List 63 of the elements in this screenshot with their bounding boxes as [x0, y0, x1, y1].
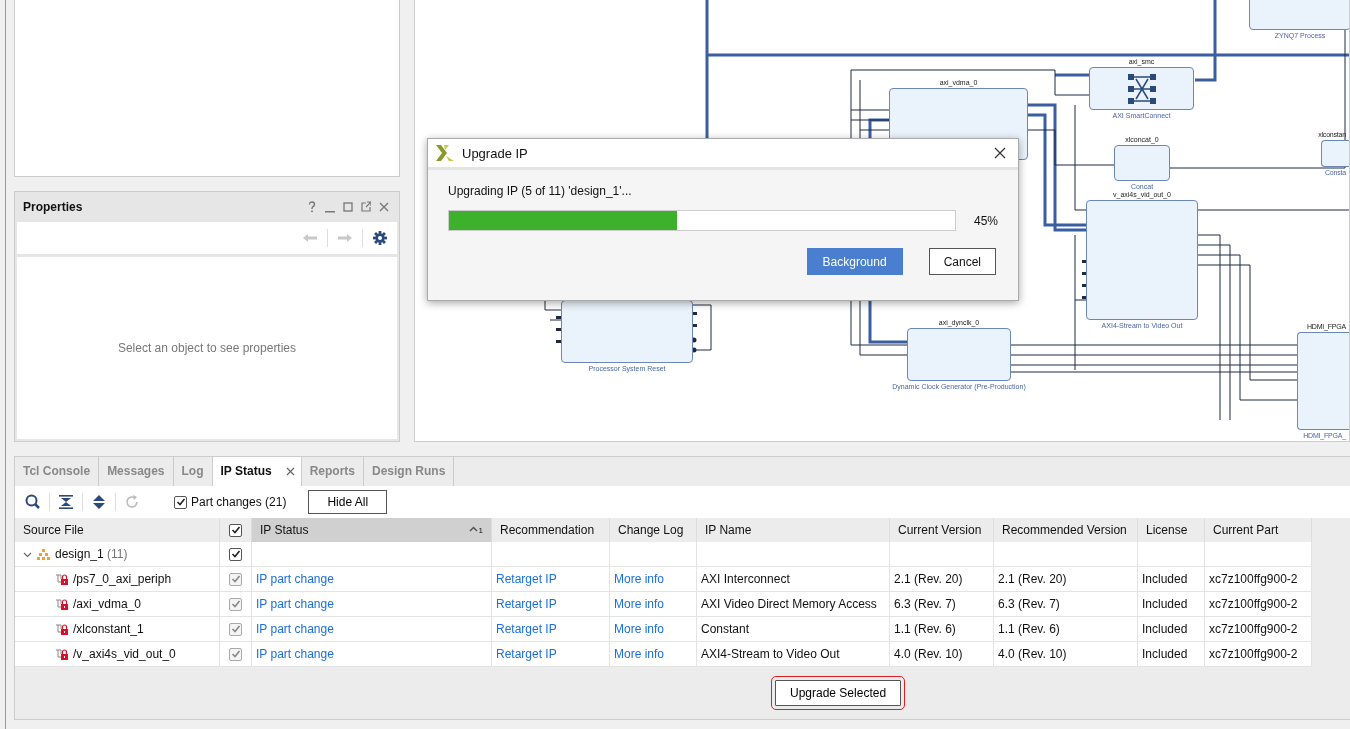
column-header[interactable]: Current Part: [1205, 518, 1312, 542]
dialog-button[interactable]: Cancel: [928, 248, 996, 275]
table-cell: AXI Interconnect: [701, 572, 790, 586]
maximize-icon[interactable]: [343, 201, 353, 213]
dialog-button[interactable]: Background: [806, 248, 903, 275]
hierarchy-icon: [37, 548, 50, 560]
table-cell: xc7z100ffg900-2: [1209, 647, 1298, 661]
table-cell: 2.1 (Rev. 20): [998, 572, 1067, 586]
table-cell: Included: [1142, 597, 1188, 611]
settings-icon[interactable]: [373, 231, 387, 245]
table-cell: 2.1 (Rev. 20): [894, 572, 963, 586]
hide-all-button[interactable]: Hide All: [308, 490, 388, 514]
table-cell: Included: [1142, 622, 1188, 636]
empty-message: Select an object to see properties: [117, 341, 297, 355]
locked-ip-icon: [55, 572, 68, 586]
table-cell: 1.1 (Rev. 6): [894, 622, 956, 636]
locked-ip-icon: [55, 622, 68, 636]
help-icon[interactable]: [307, 201, 317, 213]
table-cell: xc7z100ffg900-2: [1209, 597, 1298, 611]
column-header[interactable]: License: [1138, 518, 1205, 542]
table-cell: AXI4-Stream to Video Out: [701, 647, 840, 661]
table-cell: xc7z100ffg900-2: [1209, 572, 1298, 586]
table-cell: 6.3 (Rev. 7): [894, 597, 956, 611]
column-header[interactable]: IP Name: [697, 518, 890, 542]
checkbox[interactable]: [229, 523, 242, 537]
expand-all-icon[interactable]: [91, 494, 107, 510]
progress-message: Upgrading IP (5 of 11) 'design_1'...: [448, 184, 633, 198]
close-icon[interactable]: [994, 147, 1006, 159]
locked-ip-icon: [55, 597, 68, 611]
float-window-icon[interactable]: [361, 201, 371, 213]
group-name: design_1 (11): [55, 547, 128, 561]
column-header[interactable]: Recommended Version: [994, 518, 1138, 542]
dialog-title: Upgrade IP: [462, 145, 529, 161]
locked-ip-icon: [55, 647, 68, 661]
progress-percent: 45%: [973, 213, 998, 228]
table-cell: 4.0 (Rev. 10): [894, 647, 963, 661]
table-cell: 1.1 (Rev. 6): [998, 622, 1060, 636]
table-cell: Included: [1142, 647, 1188, 661]
collapse-all-icon[interactable]: [58, 494, 74, 510]
column-header[interactable]: IP Status 1: [252, 518, 492, 542]
column-header[interactable]: Current Version: [890, 518, 994, 542]
tab[interactable]: IP Status: [212, 457, 280, 486]
crossbar-icon: [1127, 73, 1156, 104]
column-header[interactable]: Source File: [15, 518, 220, 542]
refresh-icon[interactable]: [124, 494, 140, 510]
table-cell: AXI Video Direct Memory Access: [701, 597, 877, 611]
ip-block[interactable]: [1089, 67, 1194, 110]
panel-title: Properties: [23, 200, 83, 214]
table-cell: Included: [1142, 572, 1188, 586]
checkbox[interactable]: [229, 547, 242, 561]
table-cell: 4.0 (Rev. 10): [998, 647, 1067, 661]
search-icon[interactable]: [25, 494, 41, 510]
sort-rank: 1: [478, 525, 483, 535]
filter-label: Part changes (21): [191, 495, 287, 509]
table-cell: 6.3 (Rev. 7): [998, 597, 1060, 611]
checkbox[interactable]: [174, 495, 187, 509]
table-cell: Constant: [701, 622, 750, 636]
app-logo-icon: [436, 145, 454, 161]
column-header[interactable]: Change Log: [610, 518, 697, 542]
column-header[interactable]: Recommendation: [492, 518, 610, 542]
column-header[interactable]: [220, 518, 252, 542]
table-cell: xc7z100ffg900-2: [1209, 622, 1298, 636]
sort-ascending-icon: [468, 525, 478, 532]
